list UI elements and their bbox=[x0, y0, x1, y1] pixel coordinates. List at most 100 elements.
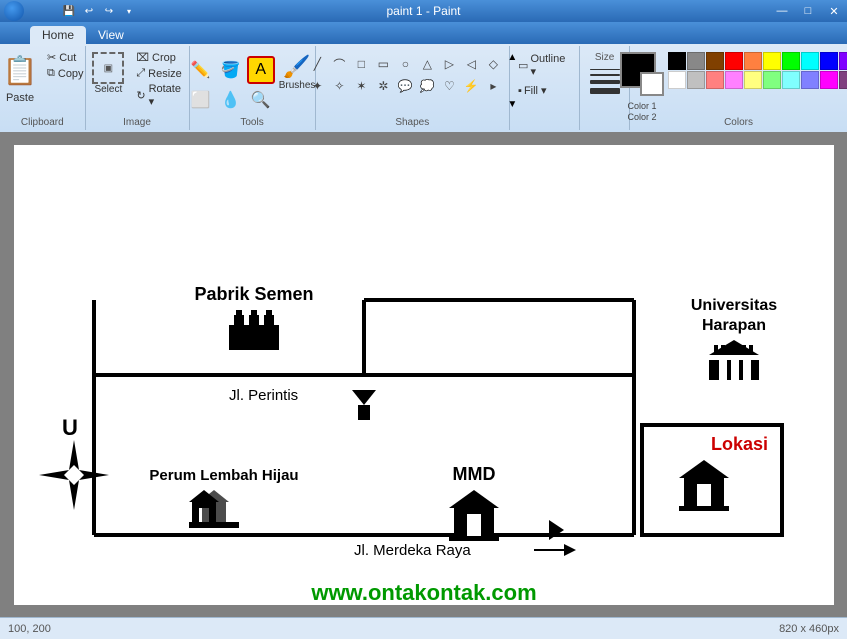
shape-star3[interactable]: ✶ bbox=[351, 76, 371, 96]
color2-swatch[interactable] bbox=[640, 72, 664, 96]
svg-text:MMD: MMD bbox=[452, 464, 495, 484]
palette-color-000000[interactable] bbox=[668, 52, 686, 70]
image-group: ▣ Select ⌧ Crop ⤢ Resize ↻ Rotate ▾ bbox=[86, 46, 190, 130]
select-label: Select bbox=[94, 84, 122, 95]
paste-btn[interactable]: 📋 Paste bbox=[0, 46, 42, 106]
shape-curve[interactable]: ⌒ bbox=[329, 54, 349, 74]
fill-type-label: Fill ▾ bbox=[524, 84, 547, 97]
rotate-icon: ↻ bbox=[136, 89, 145, 102]
pencil-btn[interactable]: ✏️ bbox=[187, 56, 215, 84]
shape-diamond[interactable]: ◇ bbox=[483, 54, 503, 74]
palette-color-c0c0c0[interactable] bbox=[687, 71, 705, 89]
cut-btn[interactable]: ✂ Cut bbox=[44, 50, 87, 65]
title-bar: 💾 ↩ ↪ ▾ paint 1 - Paint — □ ✕ bbox=[0, 0, 847, 22]
shape-callout2[interactable]: 💭 bbox=[417, 76, 437, 96]
crop-btn[interactable]: ⌧ Crop bbox=[132, 50, 185, 65]
shapes-label: Shapes bbox=[395, 117, 429, 128]
shape-line[interactable]: ╱ bbox=[307, 54, 327, 74]
palette-color-80ffff[interactable] bbox=[782, 71, 800, 89]
shape-star6[interactable]: ✲ bbox=[373, 76, 393, 96]
size-area: Size bbox=[586, 48, 624, 112]
fill-type-btn[interactable]: ▪ Fill ▾ bbox=[516, 83, 573, 98]
window-title: paint 1 - Paint bbox=[386, 4, 460, 18]
palette-color-8000ff[interactable] bbox=[839, 52, 847, 70]
outline-btn[interactable]: ▭ Outline ▾ bbox=[516, 52, 573, 79]
tab-view[interactable]: View bbox=[86, 26, 136, 44]
palette-color-ff8040[interactable] bbox=[744, 52, 762, 70]
shape-heart[interactable]: ♡ bbox=[439, 76, 459, 96]
palette-color-00ffff[interactable] bbox=[801, 52, 819, 70]
shape-star5[interactable]: ✦ bbox=[307, 76, 327, 96]
size-line-1[interactable] bbox=[590, 69, 620, 70]
select-btn[interactable]: ▣ Select bbox=[88, 48, 128, 99]
clipboard-label: Clipboard bbox=[21, 117, 64, 128]
shape-scroll-right[interactable]: ▸ bbox=[483, 76, 503, 96]
palette-color-ff0000[interactable] bbox=[725, 52, 743, 70]
shape-star4[interactable]: ✧ bbox=[329, 76, 349, 96]
eraser-btn[interactable]: ⬜ bbox=[187, 86, 215, 114]
palette-color-ffff00[interactable] bbox=[763, 52, 781, 70]
palette-color-8080ff[interactable] bbox=[801, 71, 819, 89]
shape-callout1[interactable]: 💬 bbox=[395, 76, 415, 96]
rotate-btn[interactable]: ↻ Rotate ▾ bbox=[132, 82, 185, 109]
save-quick-btn[interactable]: 💾 bbox=[60, 2, 78, 20]
color-palette bbox=[668, 52, 847, 89]
qa-dropdown-btn[interactable]: ▾ bbox=[120, 2, 138, 20]
paste-icon: 📋 bbox=[2, 48, 38, 92]
size-line-2[interactable] bbox=[590, 74, 620, 76]
shape-lightning[interactable]: ⚡ bbox=[461, 76, 481, 96]
status-size: 820 x 460px bbox=[779, 623, 839, 635]
image-sub-btns: ⌧ Crop ⤢ Resize ↻ Rotate ▾ bbox=[132, 48, 185, 123]
resize-btn[interactable]: ⤢ Resize bbox=[132, 66, 185, 81]
cut-icon: ✂ bbox=[47, 51, 56, 64]
shape-ellipse[interactable]: ○ bbox=[395, 54, 415, 74]
palette-color-ff00ff[interactable] bbox=[820, 71, 838, 89]
ribbon-tabs: Home View bbox=[0, 22, 847, 44]
close-btn[interactable]: ✕ bbox=[821, 0, 847, 22]
palette-color-00ff00[interactable] bbox=[782, 52, 800, 70]
palette-color-804080[interactable] bbox=[839, 71, 847, 89]
shape-arrow-right[interactable]: ▷ bbox=[439, 54, 459, 74]
minimize-btn[interactable]: — bbox=[769, 0, 795, 22]
window-controls: — □ ✕ bbox=[769, 0, 847, 22]
maximize-btn[interactable]: □ bbox=[795, 0, 821, 22]
redo-quick-btn[interactable]: ↪ bbox=[100, 2, 118, 20]
fill-btn[interactable]: 🪣 bbox=[217, 56, 245, 84]
palette-color-ffffff[interactable] bbox=[668, 71, 686, 89]
palette-color-ff8080[interactable] bbox=[706, 71, 724, 89]
shape-roundrect[interactable]: ▭ bbox=[373, 54, 393, 74]
paint-canvas[interactable]: U Pabrik Semen Univers bbox=[14, 145, 834, 605]
cut-label: Cut bbox=[59, 52, 76, 64]
svg-text:Pabrik Semen: Pabrik Semen bbox=[194, 284, 313, 304]
copy-icon: ⧉ bbox=[47, 67, 55, 80]
svg-text:Lokasi: Lokasi bbox=[711, 434, 768, 454]
tools-group: ✏️ 🪣 A ⬜ 💧 🔍 🖌️ Brushes Tools bbox=[190, 46, 316, 130]
palette-color-80ff80[interactable] bbox=[763, 71, 781, 89]
color2-label: Color 2 bbox=[628, 112, 657, 122]
palette-color-0000ff[interactable] bbox=[820, 52, 838, 70]
svg-text:U: U bbox=[62, 415, 78, 440]
magnifier-btn[interactable]: 🔍 bbox=[247, 86, 275, 114]
shape-triangle[interactable]: △ bbox=[417, 54, 437, 74]
size-line-4[interactable] bbox=[590, 88, 620, 94]
tab-home[interactable]: Home bbox=[30, 26, 86, 44]
color-picker-btn[interactable]: 💧 bbox=[217, 86, 245, 114]
size-line-3[interactable] bbox=[590, 80, 620, 84]
shape-rect[interactable]: □ bbox=[351, 54, 371, 74]
svg-text:Harapan: Harapan bbox=[701, 317, 765, 334]
rotate-label: Rotate ▾ bbox=[149, 83, 182, 108]
undo-quick-btn[interactable]: ↩ bbox=[80, 2, 98, 20]
colors-group-label: Colors bbox=[724, 117, 753, 128]
palette-color-804000[interactable] bbox=[706, 52, 724, 70]
palette-color-888888[interactable] bbox=[687, 52, 705, 70]
svg-text:Jl. Merdeka Raya: Jl. Merdeka Raya bbox=[354, 542, 471, 559]
svg-text:Universitas: Universitas bbox=[690, 297, 776, 314]
text-btn[interactable]: A bbox=[247, 56, 275, 84]
copy-btn[interactable]: ⧉ Copy bbox=[44, 66, 87, 81]
palette-color-ff80ff[interactable] bbox=[725, 71, 743, 89]
select-icon: ▣ bbox=[92, 52, 124, 84]
ribbon-content: 📋 Paste ✂ Cut ⧉ Copy Clipboard ▣ bbox=[0, 44, 847, 132]
palette-color-ffff80[interactable] bbox=[744, 71, 762, 89]
colors-group: Color 1 Color 2 Colors bbox=[630, 46, 847, 130]
shape-arrow-left[interactable]: ◁ bbox=[461, 54, 481, 74]
